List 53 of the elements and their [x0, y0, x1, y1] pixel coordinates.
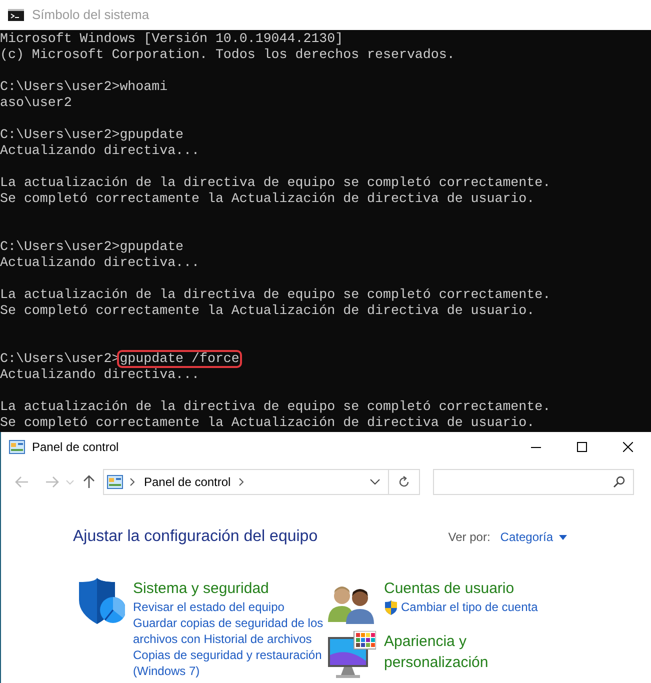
console-line: (c) Microsoft Corporation. Todos los derechos reservados.: [0, 47, 455, 62]
refresh-icon: [398, 476, 410, 488]
chevron-down-icon: [66, 480, 74, 484]
refresh-button[interactable]: [389, 469, 420, 495]
console-app-icon: [8, 9, 24, 21]
console-line: C:\Users\user2>gpupdate: [0, 127, 184, 142]
view-by-label: Ver por:: [448, 529, 490, 546]
console-prompt: C:\Users\user2>: [0, 351, 120, 366]
console-line: Actualizando directiva...: [0, 255, 200, 270]
console-line: aso\user2: [0, 95, 72, 110]
back-arrow-icon: [15, 476, 29, 488]
maximize-icon: [577, 442, 587, 452]
page-heading: Ajustar la configuración del equipo: [73, 527, 318, 547]
console-line: Actualizando directiva...: [0, 143, 200, 158]
category-link[interactable]: Guardar copias de seguridad de los archivos con Historial de archivos: [133, 615, 328, 647]
up-arrow-icon: [83, 475, 95, 489]
chevron-down-icon[interactable]: [370, 479, 380, 485]
search-icon: [613, 476, 625, 488]
console-line: La actualización de la directiva de equipo se completó correctamente.: [0, 399, 551, 414]
view-by-dropdown[interactable]: Categoría: [500, 528, 567, 546]
users-icon: [328, 584, 376, 624]
console-line: C:\Users\user2>gpupdate: [0, 239, 184, 254]
category-link[interactable]: Copias de seguridad y restauración (Windows 7): [133, 647, 328, 679]
category-link[interactable]: Cambiar el tipo de cuenta: [401, 599, 596, 615]
control-panel-icon: [107, 475, 123, 489]
window-title: Símbolo del sistema: [32, 6, 150, 24]
console-line: Se completó correctamente la Actualización de directiva de usuario.: [0, 191, 535, 206]
console-line: La actualización de la directiva de equipo se completó correctamente.: [0, 287, 551, 302]
category-title[interactable]: Cuentas de usuario: [384, 578, 596, 599]
caret-down-icon: [559, 534, 567, 540]
console-line: C:\Users\user2>whoami: [0, 79, 168, 94]
console-line: La actualización de la directiva de equipo se completó correctamente.: [0, 175, 551, 190]
console-command: gpupdate /force: [118, 352, 240, 366]
breadcrumb-item[interactable]: Panel de control: [144, 473, 231, 491]
console-line: Actualizando directiva...: [0, 367, 200, 382]
address-bar[interactable]: Panel de control: [103, 469, 389, 495]
window-title: Panel de control: [32, 439, 119, 456]
up-button[interactable]: [81, 473, 97, 491]
category-title[interactable]: Apariencia y personalización: [384, 630, 504, 672]
console-line: Se completó correctamente la Actualización de directiva de usuario.: [0, 415, 535, 430]
console-line: Microsoft Windows [Versión 10.0.19044.2130]: [0, 31, 344, 46]
chevron-right-icon: [238, 478, 244, 486]
category-title[interactable]: Sistema y seguridad: [133, 578, 328, 599]
forward-arrow-icon: [45, 476, 59, 488]
search-field[interactable]: [433, 469, 634, 495]
close-icon: [623, 442, 633, 452]
chevron-right-icon: [130, 478, 135, 486]
console-line: Se completó correctamente la Actualización de directiva de usuario.: [0, 303, 535, 318]
category-link[interactable]: Revisar el estado del equipo: [133, 599, 328, 615]
monitor-icon: [328, 630, 376, 678]
minimize-icon: [531, 446, 541, 448]
shield-icon: [77, 578, 125, 626]
control-panel-icon: [9, 440, 25, 454]
